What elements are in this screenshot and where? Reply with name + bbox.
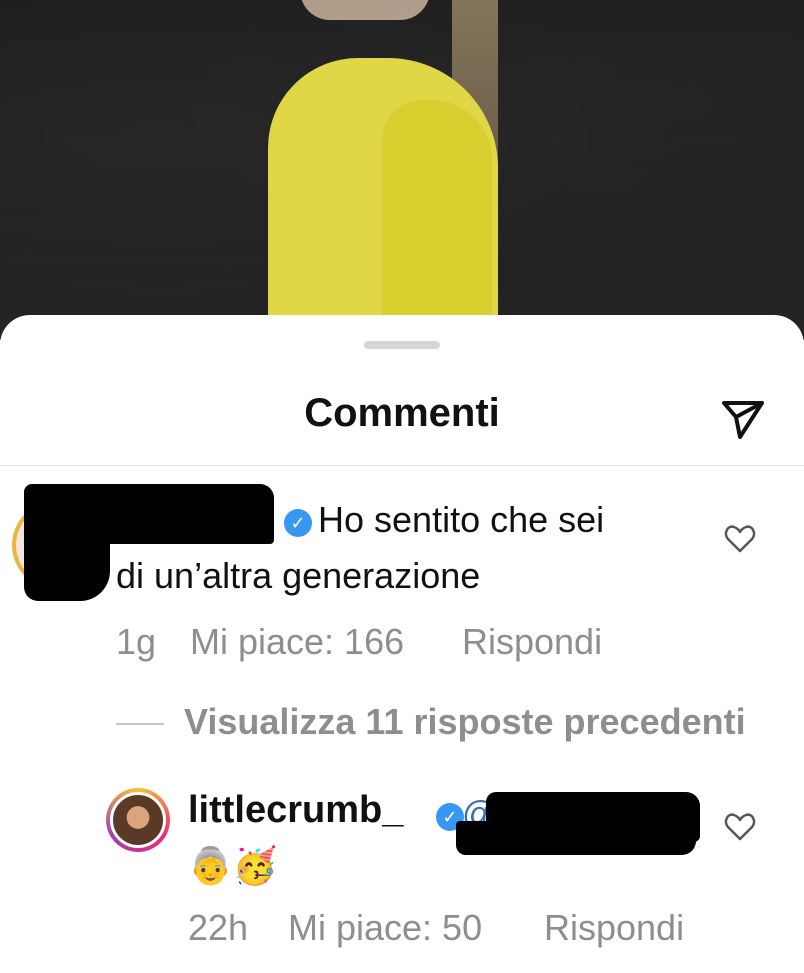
redacted-mention-lower [456, 821, 696, 855]
view-previous-replies-link[interactable]: Visualizza 11 risposte precedenti [184, 701, 746, 743]
replies-divider-line [116, 723, 164, 725]
reply-avatar[interactable] [106, 788, 170, 852]
reply-button[interactable]: Rispondi [462, 621, 602, 663]
sheet-title: Commenti [304, 391, 500, 435]
reply-username[interactable]: littlecrumb_ [188, 789, 403, 832]
photo-shirt-shadow [382, 100, 492, 340]
reply-likes[interactable]: Mi piace: 50 [288, 907, 482, 949]
comment-text-line2: di un’altra generazione [116, 555, 481, 596]
heart-icon[interactable] [724, 523, 756, 555]
comment-text-line1: Ho sentito che sei [318, 499, 605, 540]
comment-likes[interactable]: Mi piace: 166 [190, 621, 404, 663]
reply-button[interactable]: Rispondi [544, 907, 684, 949]
reply-text-emoji: 👵🥳 [188, 845, 278, 886]
heart-icon[interactable] [724, 811, 756, 843]
avatar-photo [110, 792, 166, 848]
photo-person-chin [300, 0, 430, 20]
comment-time: 1g [116, 621, 157, 662]
verified-badge-icon: ✓ [284, 509, 312, 537]
sheet-drag-handle[interactable] [364, 341, 440, 349]
header-divider [0, 465, 804, 466]
post-photo [0, 0, 804, 340]
reply-time: 22h [188, 907, 249, 948]
paper-plane-icon[interactable] [718, 393, 768, 443]
comments-sheet: Commenti ✓ Ho sentito che sei di un’altr… [0, 315, 804, 973]
redacted-avatar [24, 525, 110, 601]
